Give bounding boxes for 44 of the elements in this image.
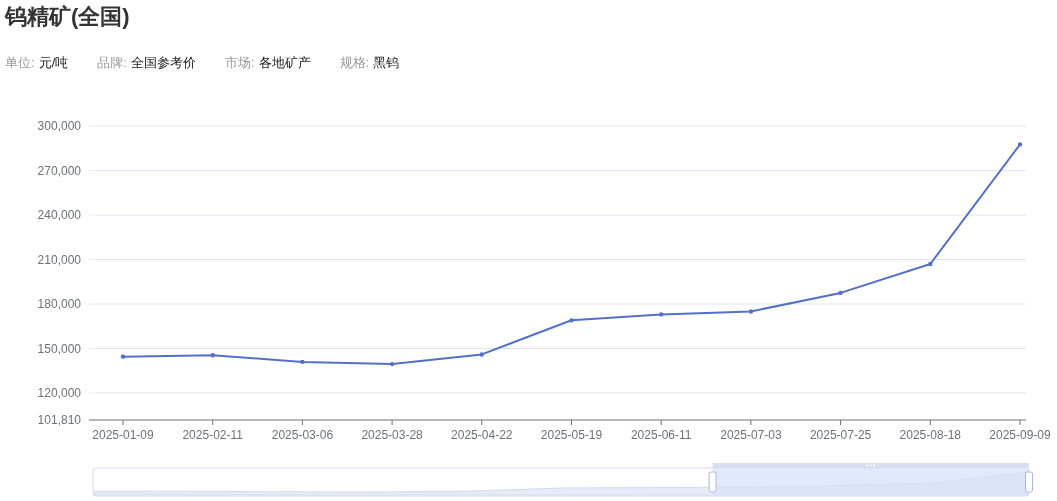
meta-label: 品牌: [97,54,127,72]
data-point [479,352,484,357]
y-axis-label: 101,810 [37,413,81,427]
x-axis-label: 2025-08-18 [899,428,961,442]
x-axis-label: 2025-01-09 [92,428,154,442]
y-axis-label: 180,000 [37,297,81,311]
page-title: 钨精矿(全国) [3,3,131,31]
y-axis-label: 210,000 [37,252,81,267]
zoom-window[interactable] [712,468,1029,496]
x-axis-label: 2025-07-03 [720,428,782,442]
y-axis-label: 120,000 [37,386,81,400]
x-axis-label: 2025-09-09 [989,428,1051,442]
data-point [1017,142,1023,147]
meta-value: 各地矿产 [258,54,311,72]
meta-value: 黑钨 [373,54,400,72]
meta-value: 全国参考价 [130,54,196,72]
data-point [928,261,933,267]
x-axis-label: 2025-03-06 [271,428,334,442]
y-axis-label: 150,000 [37,341,81,356]
x-axis-label: 2025-07-25 [809,428,872,442]
meta-label: 市场: [224,54,255,72]
slider-handle[interactable] [1025,471,1033,493]
meta-label: 规格: [339,54,370,72]
meta-value: 元/吨 [38,54,69,72]
x-axis-label: 2025-05-19 [540,428,603,442]
y-axis-label: 300,000 [37,119,81,133]
data-point [569,318,574,323]
data-point [838,290,843,296]
y-axis-label: 240,000 [37,208,81,222]
slider-handle[interactable] [708,471,717,493]
x-axis-label: 2025-06-11 [630,428,692,442]
data-point [210,353,215,358]
data-point [659,312,664,317]
grip-icon [866,464,875,467]
y-axis-label: 270,000 [37,163,81,178]
data-point [389,361,395,367]
zoom-drag-bar[interactable] [712,463,1029,468]
data-point [748,309,754,314]
data-point [300,359,305,365]
data-point [120,354,126,359]
x-axis-label: 2025-04-22 [451,428,513,442]
x-axis-label: 2025-03-28 [361,428,423,442]
meta-label: 单位: [5,54,35,72]
x-axis-label: 2025-02-11 [182,428,243,442]
